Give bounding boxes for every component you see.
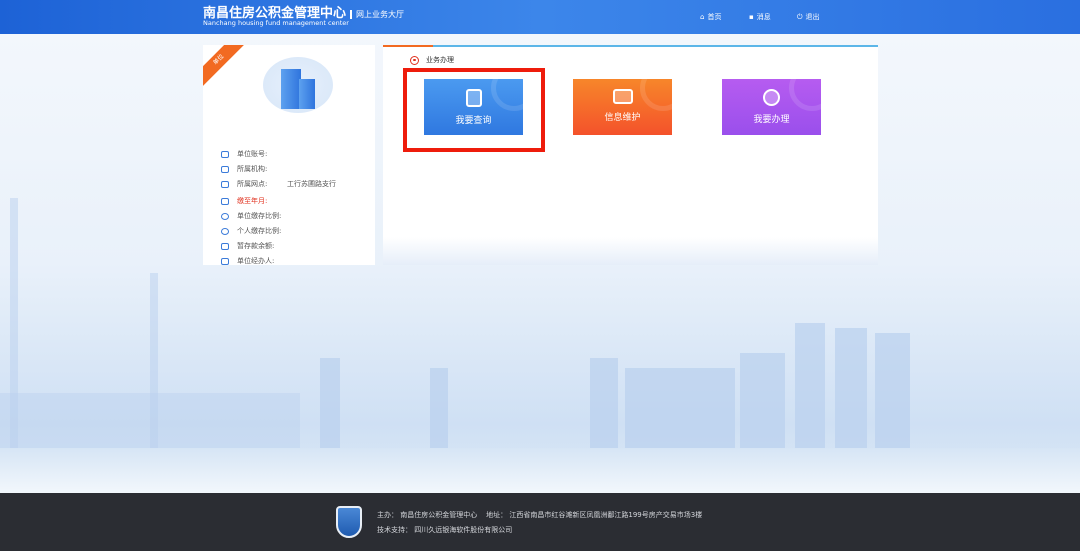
footer-line-2: 技术支持： 四川久远银海软件股份有限公司 (377, 526, 513, 534)
home-icon (221, 180, 229, 188)
tile-label: 信息维护 (604, 113, 641, 123)
site-subtitle: 网上业务大厅 (350, 10, 405, 19)
nav-messages[interactable]: ▪ 消息 (749, 12, 771, 22)
home-icon (221, 150, 229, 158)
unit-badge: 单位 (203, 45, 246, 87)
nav-label: 退出 (805, 13, 820, 21)
field-deposit-balance: 暂存款余额: (221, 241, 274, 251)
field-unit-ratio: 单位缴存比例: (221, 211, 281, 221)
info-maintenance-tile[interactable]: 信息维护 (573, 79, 672, 135)
public-institution-logo (336, 506, 362, 538)
footer-line-1: 主办： 南昌住房公积金管理中心 地址： 江西省南昌市红谷滩新区凤凰洲鄱江路199… (377, 511, 703, 519)
site-english-title: Nanchang housing fund management center (203, 19, 349, 27)
nav-home[interactable]: ⌂ 首页 (700, 12, 721, 22)
footer: 主办： 南昌住房公积金管理中心 地址： 江西省南昌市红谷滩新区凤凰洲鄱江路199… (0, 493, 1080, 551)
tile-label: 我要办理 (753, 115, 790, 125)
nav-logout[interactable]: ⏻ 退出 (797, 12, 820, 22)
card-icon (221, 257, 229, 265)
building-illustration (263, 57, 333, 113)
skyline-decoration (383, 237, 878, 265)
field-personal-ratio: 个人缴存比例: (221, 226, 281, 236)
message-icon: ▪ (749, 13, 754, 21)
card-icon (221, 242, 229, 250)
pie-chart-icon (221, 212, 229, 220)
pie-chart-icon (221, 227, 229, 235)
field-institution: 所属机构: (221, 164, 267, 174)
nav-label: 首页 (707, 13, 722, 21)
section-header: 业务办理 (410, 55, 454, 65)
business-panel: 业务办理 我要查询 信息维护 我要办理 (383, 45, 878, 265)
nav-label: 消息 (756, 13, 771, 21)
monitor-icon (612, 89, 633, 104)
target-icon (410, 55, 419, 65)
power-icon: ⏻ (797, 12, 803, 21)
home-icon (221, 165, 229, 173)
handle-business-tile[interactable]: 我要办理 (722, 79, 821, 135)
header: 南昌住房公积金管理中心 网上业务大厅 Nanchang housing fund … (0, 0, 1080, 34)
home-icon: ⌂ (700, 13, 705, 21)
field-unit-operator: 单位经办人: (221, 256, 274, 265)
field-branch: 所属网点: 工行苏圃路支行 (221, 179, 336, 189)
field-paid-until: 缴至年月: (221, 196, 267, 206)
section-title: 业务办理 (426, 56, 454, 64)
highlight-box (403, 68, 545, 152)
calendar-icon (221, 197, 229, 205)
yuan-coin-icon (763, 89, 780, 106)
unit-info-panel: 单位 单位账号: 所属机构: 所属网点: 工行苏圃路支行 缴至年月: 单位缴存比例… (203, 45, 375, 265)
field-unit-account: 单位账号: (221, 149, 267, 159)
